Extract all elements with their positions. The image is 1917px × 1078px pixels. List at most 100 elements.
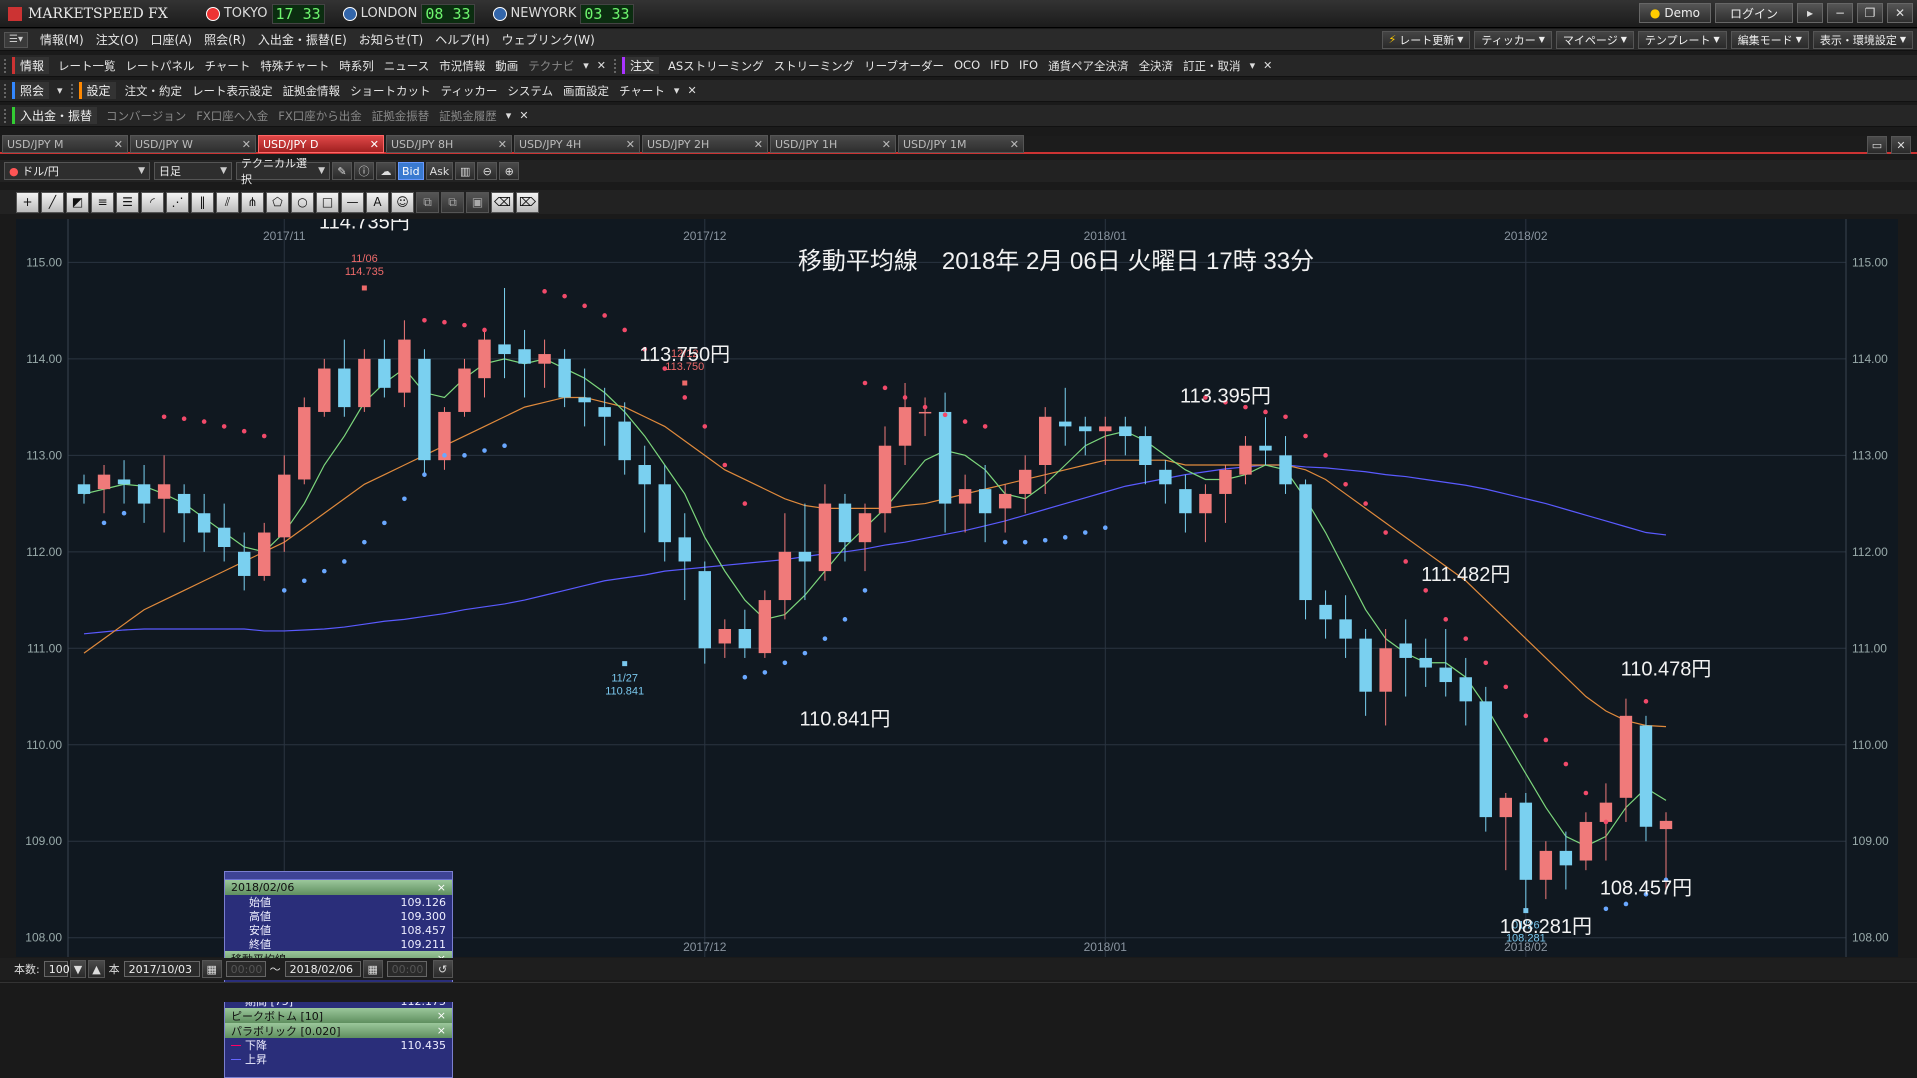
toolbar-item[interactable]: 動画	[490, 58, 523, 74]
close-icon[interactable]: ×	[437, 1024, 446, 1037]
toolbar-item[interactable]: リーブオーダー	[859, 58, 949, 74]
toolbar-dropdown[interactable]: ▾	[1246, 59, 1260, 72]
calendar-icon[interactable]: ▦	[362, 960, 383, 978]
rectangle-icon[interactable]: □	[316, 191, 339, 213]
pitchfork-icon[interactable]: ⋔	[241, 191, 264, 213]
zoom-out-icon[interactable]: ⊖	[477, 162, 498, 180]
fan-icon[interactable]: ⋰	[166, 191, 189, 213]
pen-icon[interactable]: ✎	[332, 162, 352, 180]
channel-icon[interactable]: ⫽	[216, 191, 239, 213]
crosshair-icon[interactable]: +	[16, 191, 39, 213]
toolbar-item[interactable]: ストリーミング	[769, 58, 860, 74]
tab-usd-jpy-m[interactable]: USD/JPY M ✕	[2, 135, 128, 153]
toolbar-item[interactable]: 証拠金履歴	[434, 108, 502, 124]
toolbar-dropdown[interactable]: ▾	[670, 84, 684, 97]
paste-icon[interactable]: ⧉	[441, 191, 464, 213]
toolbar-item[interactable]: 全決済	[1134, 58, 1179, 74]
tab-usd-jpy-8h[interactable]: USD/JPY 8H ✕	[386, 135, 512, 153]
menu-item[interactable]: ウェブリンク(W)	[496, 31, 601, 48]
toolbar-dropdown[interactable]: ▾	[502, 109, 516, 122]
toolbar-item[interactable]: ニュース	[379, 58, 434, 74]
toolbar-item[interactable]: 時系列	[334, 58, 379, 74]
toolbar-item[interactable]: OCO	[949, 58, 985, 74]
right-tool-button[interactable]: 表示・環境設定 ▼	[1812, 30, 1913, 49]
hline-icon[interactable]: ≡	[91, 191, 114, 213]
right-tool-button[interactable]: 編集モード ▼	[1730, 30, 1809, 49]
menu-item[interactable]: 照会(R)	[198, 31, 252, 48]
ask-button[interactable]: Ask	[425, 162, 454, 180]
toolbar-item[interactable]: FX口座へ入金	[191, 108, 273, 124]
toolbar-close[interactable]: ✕	[593, 59, 610, 72]
toolbar-close[interactable]: ✕	[683, 84, 700, 97]
tab-usd-jpy-1h[interactable]: USD/JPY 1H ✕	[770, 135, 896, 153]
count-up-icon[interactable]: ▲	[88, 960, 105, 978]
from-time-input[interactable]: 00:00	[225, 961, 266, 977]
toolbar-item[interactable]: レート表示設定	[187, 83, 278, 99]
delete-icon[interactable]: ⌫	[491, 191, 514, 213]
arc-icon[interactable]: ◜	[141, 191, 164, 213]
toolbar-item[interactable]: チャート	[614, 83, 670, 99]
close-icon[interactable]: ✕	[882, 138, 891, 151]
toolbar-dropdown[interactable]: ▾	[53, 84, 67, 97]
price-chart[interactable]: 115.00 115.00 114.00 114.00 113.00 113.00 112.…	[16, 219, 1898, 1078]
toolbar-item[interactable]: 画面設定	[558, 83, 614, 99]
restore-button[interactable]: ❐	[1857, 3, 1883, 23]
info-panel-grip[interactable]	[225, 872, 452, 880]
toolbar-item[interactable]: FX口座から出金	[273, 108, 367, 124]
tab-usd-jpy-1m[interactable]: USD/JPY 1M ✕	[898, 135, 1024, 153]
count-input[interactable]: 100	[43, 961, 70, 977]
eraser-icon[interactable]: ◩	[66, 191, 89, 213]
vlines-icon[interactable]: ‖	[191, 191, 214, 213]
save-icon[interactable]: ▣	[466, 191, 489, 213]
smiley-icon[interactable]: ☺	[391, 191, 414, 213]
login-button[interactable]: ログイン	[1715, 3, 1793, 23]
menu-item[interactable]: 情報(M)	[34, 31, 90, 48]
from-date-input[interactable]: 2017/10/03	[123, 961, 200, 977]
toolbar-close[interactable]: ✕	[1259, 59, 1276, 72]
toolbar-dropdown[interactable]: ▾	[579, 59, 593, 72]
toolbar-item[interactable]: IFO	[1014, 58, 1043, 74]
calendar-icon[interactable]: ▦	[201, 960, 222, 978]
right-tool-button[interactable]: テンプレート ▼	[1637, 30, 1727, 49]
refresh-icon[interactable]: ↺	[432, 960, 453, 978]
cloud-icon[interactable]: ☁	[376, 162, 396, 180]
minimize-button[interactable]: −	[1827, 3, 1853, 23]
zoom-in-icon[interactable]: ⊕	[499, 162, 520, 180]
toolbar-item[interactable]: レートパネル	[121, 58, 200, 74]
demo-button[interactable]: ● Demo	[1638, 3, 1711, 23]
pair-select[interactable]: ● ドル/円 ▼	[4, 162, 150, 180]
close-icon[interactable]: ✕	[754, 138, 763, 151]
line-icon[interactable]: —	[341, 191, 364, 213]
menu-list-icon[interactable]: ☰▾	[4, 31, 28, 48]
menu-item[interactable]: 口座(A)	[145, 31, 199, 48]
tab-usd-jpy-2h[interactable]: USD/JPY 2H ✕	[642, 135, 768, 153]
menu-item[interactable]: 入出金・振替(E)	[252, 31, 353, 48]
toolbar-item[interactable]: 特殊チャート	[255, 58, 334, 74]
menu-arrow-button[interactable]: ▸	[1797, 3, 1823, 23]
toolbar-item[interactable]: システム	[502, 83, 558, 99]
toolbar-item[interactable]: コンバージョン	[101, 108, 191, 124]
toolbar-item[interactable]: 市況情報	[434, 58, 490, 74]
close-icon[interactable]: ✕	[370, 138, 379, 151]
toolbar-item[interactable]: ASストリーミング	[663, 58, 769, 74]
menu-item[interactable]: 注文(O)	[90, 31, 145, 48]
trendline-icon[interactable]: ╱	[41, 191, 64, 213]
toolbar-item[interactable]: IFD	[985, 58, 1014, 74]
toolbar-item[interactable]: テクナビ	[523, 58, 579, 74]
toolbar-item[interactable]: 注文・約定	[120, 83, 188, 99]
toolbar-item[interactable]: 通貨ペア全決済	[1043, 58, 1134, 74]
toolbar-item[interactable]: ティッカー	[436, 83, 503, 99]
toolbar-close[interactable]: ✕	[515, 109, 532, 122]
tab-usd-jpy-4h[interactable]: USD/JPY 4H ✕	[514, 135, 640, 153]
to-date-input[interactable]: 2018/02/06	[284, 961, 361, 977]
close-icon[interactable]: ×	[437, 1009, 446, 1022]
copy-icon[interactable]: ⧉	[416, 191, 439, 213]
menu-item[interactable]: お知らせ(T)	[353, 31, 429, 48]
toolbar-item[interactable]: 証拠金振替	[367, 108, 435, 124]
close-icon[interactable]: ✕	[1010, 138, 1019, 151]
fibonacci-icon[interactable]: ☰	[116, 191, 139, 213]
right-tool-button[interactable]: マイページ ▼	[1555, 30, 1634, 49]
text-icon[interactable]: A	[366, 191, 389, 213]
pentagon-icon[interactable]: ⬠	[266, 191, 289, 213]
close-icon[interactable]: ✕	[626, 138, 635, 151]
